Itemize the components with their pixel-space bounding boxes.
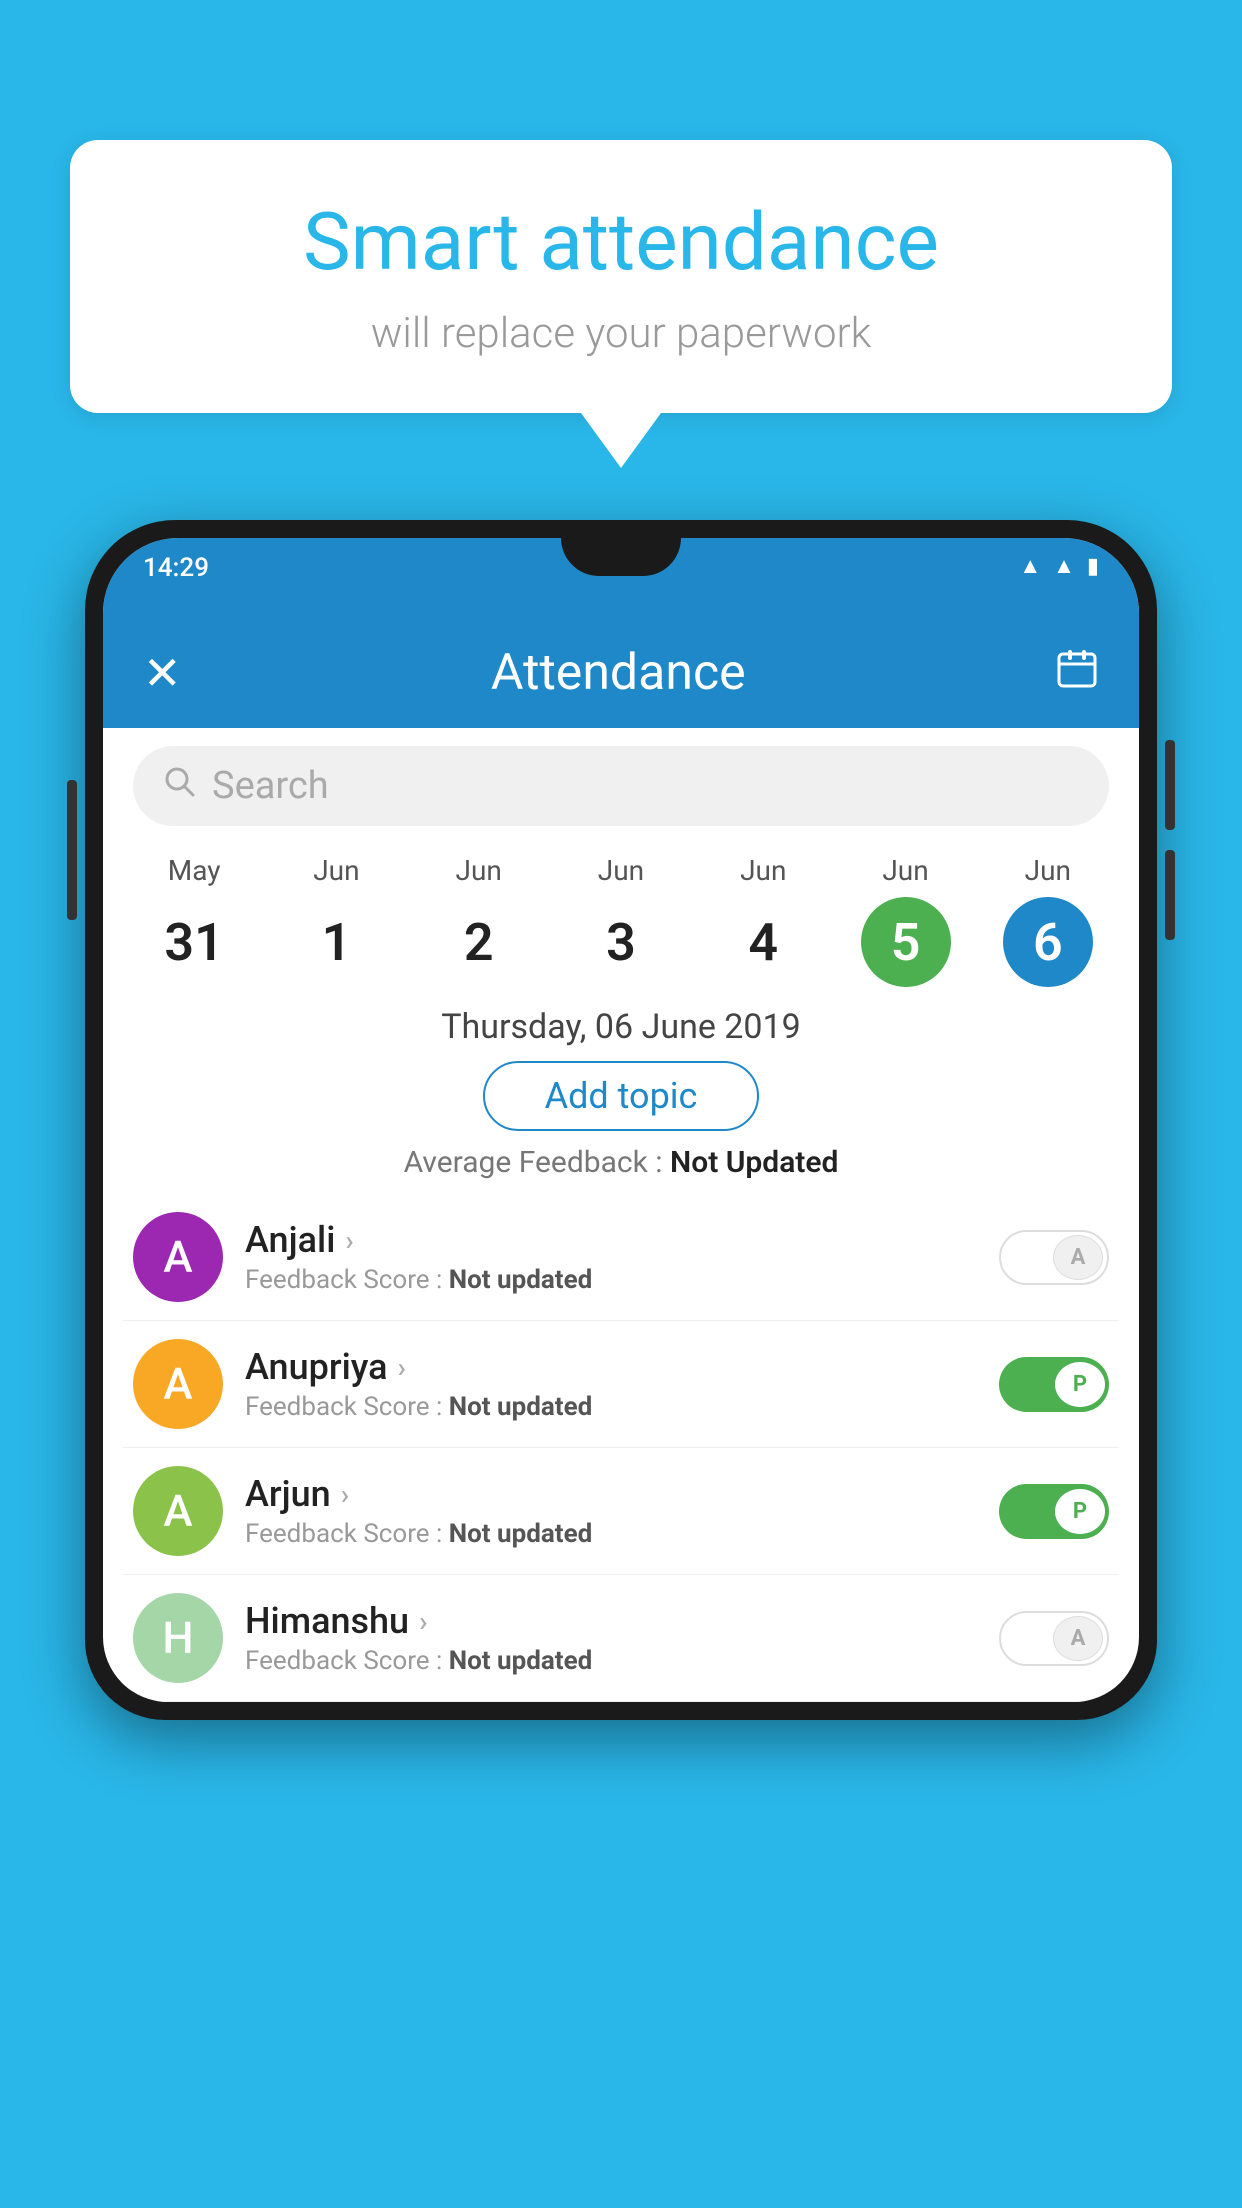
student-avatar: A — [133, 1466, 223, 1556]
app-title: Attendance — [491, 644, 746, 702]
attendance-toggle-present[interactable]: P — [999, 1357, 1109, 1412]
chevron-right-icon: › — [345, 1224, 353, 1257]
calendar-day[interactable]: Jun1 — [276, 854, 396, 987]
search-bar[interactable]: Search — [133, 746, 1109, 826]
chevron-right-icon: › — [341, 1478, 349, 1511]
student-avatar: H — [133, 1593, 223, 1683]
student-name: Anjali› — [245, 1219, 977, 1261]
status-time: 14:29 — [143, 553, 209, 583]
chevron-right-icon: › — [398, 1351, 406, 1384]
calendar-day[interactable]: Jun2 — [419, 854, 539, 987]
student-feedback: Feedback Score : Not updated — [245, 1392, 977, 1422]
avg-feedback-value: Not Updated — [670, 1145, 838, 1180]
calendar-day[interactable]: Jun3 — [561, 854, 681, 987]
calendar-icon[interactable] — [1055, 646, 1099, 700]
attendance-toggle-absent[interactable]: A — [999, 1611, 1109, 1666]
student-feedback: Feedback Score : Not updated — [245, 1646, 977, 1676]
wifi-icon: ▲ — [1019, 553, 1041, 579]
status-icons: ▲ ▲ ▮ — [1019, 553, 1099, 579]
attendance-toggle-present[interactable]: P — [999, 1484, 1109, 1539]
student-avatar: A — [133, 1212, 223, 1302]
notch — [561, 538, 681, 576]
student-name: Himanshu› — [245, 1600, 977, 1642]
student-item[interactable]: A Anupriya› Feedback Score : Not updated P — [123, 1321, 1119, 1448]
phone-screen: 14:29 ▲ ▲ ▮ ✕ Attendance — [103, 538, 1139, 1702]
calendar-day[interactable]: Jun4 — [703, 854, 823, 987]
selected-date-label: Thursday, 06 June 2019 — [103, 997, 1139, 1053]
status-bar: 14:29 ▲ ▲ ▮ — [103, 538, 1139, 618]
avg-feedback-label: Average Feedback : — [404, 1145, 670, 1180]
student-item[interactable]: A Arjun› Feedback Score : Not updated P — [123, 1448, 1119, 1575]
volume-left-button — [67, 780, 77, 920]
speech-bubble-arrow — [581, 413, 661, 468]
speech-bubble: Smart attendance will replace your paper… — [70, 140, 1172, 413]
close-button[interactable]: ✕ — [143, 646, 182, 701]
power-button — [1165, 850, 1175, 940]
calendar-day[interactable]: Jun5 — [846, 854, 966, 987]
phone-outer: 14:29 ▲ ▲ ▮ ✕ Attendance — [85, 520, 1157, 1720]
attendance-toggle-absent[interactable]: A — [999, 1230, 1109, 1285]
student-list: AAnjali›Feedback Score : Not updatedAAAn… — [103, 1194, 1139, 1702]
signal-icon: ▲ — [1053, 553, 1075, 579]
chevron-right-icon: › — [419, 1605, 427, 1638]
calendar-strip: May31Jun1Jun2Jun3Jun4Jun5Jun6 — [103, 836, 1139, 997]
speech-bubble-title: Smart attendance — [130, 195, 1112, 289]
student-feedback: Feedback Score : Not updated — [245, 1519, 977, 1549]
student-feedback: Feedback Score : Not updated — [245, 1265, 977, 1295]
volume-button — [1165, 740, 1175, 830]
student-item[interactable]: H Himanshu› Feedback Score : Not updated A — [123, 1575, 1119, 1702]
student-avatar: A — [133, 1339, 223, 1429]
speech-bubble-section: Smart attendance will replace your paper… — [70, 140, 1172, 468]
add-topic-button[interactable]: Add topic — [483, 1061, 760, 1131]
student-name: Arjun› — [245, 1473, 977, 1515]
search-icon — [163, 765, 197, 808]
student-name: Anupriya› — [245, 1346, 977, 1388]
student-item[interactable]: A Anjali› Feedback Score : Not updated A — [123, 1194, 1119, 1321]
battery-icon: ▮ — [1087, 554, 1099, 579]
calendar-day[interactable]: May31 — [134, 854, 254, 987]
speech-bubble-subtitle: will replace your paperwork — [130, 309, 1112, 358]
calendar-day[interactable]: Jun6 — [988, 854, 1108, 987]
phone-frame: 14:29 ▲ ▲ ▮ ✕ Attendance — [85, 520, 1157, 2208]
app-bar: ✕ Attendance — [103, 618, 1139, 728]
search-placeholder: Search — [212, 764, 329, 808]
average-feedback: Average Feedback : Not Updated — [103, 1141, 1139, 1194]
